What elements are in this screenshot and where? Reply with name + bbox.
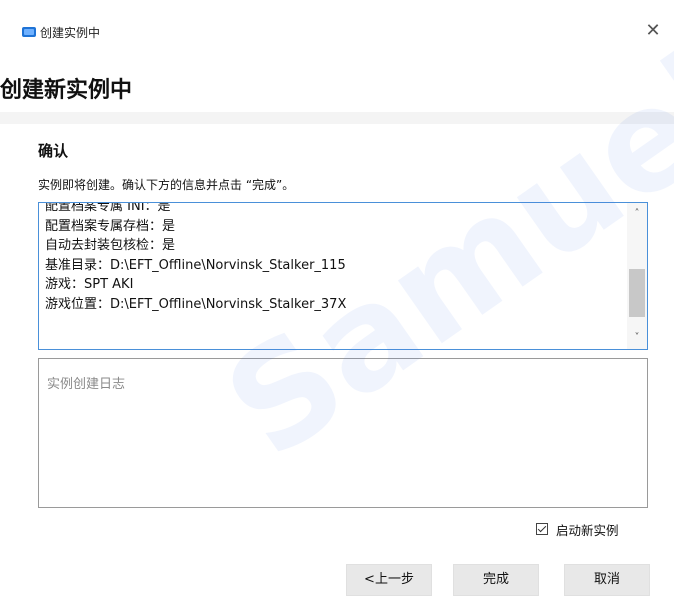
scroll-thumb[interactable] — [629, 269, 645, 317]
window-title: 创建实例中 — [40, 26, 101, 40]
summary-line: 游戏：SPT AKI — [45, 277, 134, 293]
back-button[interactable]: <上一步 — [346, 564, 432, 596]
finish-button[interactable]: 完成 — [453, 564, 539, 596]
close-icon[interactable]: ✕ — [640, 18, 666, 44]
summary-scrollbar[interactable]: ˄ ˅ — [627, 203, 647, 349]
summary-line: 配置档案专属 INI：是 — [45, 202, 171, 214]
checkbox-checked-icon[interactable] — [536, 523, 548, 535]
title-bar: 创建实例中 ✕ — [0, 0, 674, 50]
summary-line: 基准目录：D:\EFT_Offline\Norvinsk_Stalker_115 — [45, 257, 346, 273]
summary-list[interactable]: 配置档案专属 INI：是 配置档案专属存档：是 自动去封装包核检：是 基准目录：… — [38, 202, 648, 350]
instance-log-field[interactable]: 实例创建日志 — [38, 358, 648, 508]
summary-line: 自动去封装包核检：是 — [45, 238, 176, 254]
confirm-heading: 确认 — [38, 142, 69, 160]
create-instance-dialog: 创建实例中 ✕ 创建新实例中 确认 实例即将创建。确认下方的信息并点击 “完成”… — [0, 0, 674, 606]
launch-checkbox-label: 启动新实例 — [556, 523, 619, 538]
summary-lines: 配置档案专属 INI：是 配置档案专属存档：是 自动去封装包核检：是 基准目录：… — [45, 202, 623, 315]
confirm-description: 实例即将创建。确认下方的信息并点击 “完成”。 — [38, 178, 295, 192]
summary-line: 配置档案专属存档：是 — [45, 218, 176, 234]
app-icon — [22, 27, 36, 37]
cancel-button[interactable]: 取消 — [564, 564, 650, 596]
header-divider — [0, 112, 674, 124]
summary-line: 游戏位置：D:\EFT_Offline\Norvinsk_Stalker_37X — [45, 296, 347, 312]
page-title: 创建新实例中 — [0, 78, 133, 103]
scroll-down-icon[interactable]: ˅ — [632, 333, 642, 343]
log-placeholder: 实例创建日志 — [47, 377, 126, 392]
scroll-up-icon[interactable]: ˄ — [632, 209, 642, 219]
